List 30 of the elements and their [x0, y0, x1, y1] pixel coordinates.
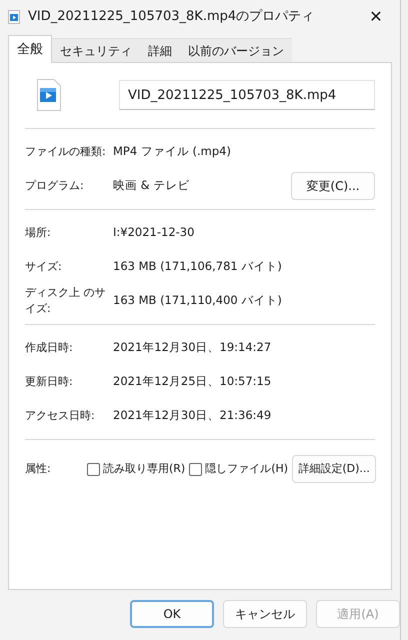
advanced-button[interactable]: 詳細設定(D)... — [292, 455, 376, 483]
field-label: 更新日時: — [25, 374, 74, 390]
field-value: MP4 ファイル (.mp4) — [113, 143, 232, 160]
field-value: 163 MB (171,110,400 バイト) — [113, 292, 283, 310]
tab[interactable]: 以前のバージョン — [180, 38, 292, 62]
field-label: アクセス日時: — [25, 408, 96, 424]
tab[interactable]: セキュリティ — [52, 38, 140, 62]
field-value: 163 MB (171,106,781 バイト) — [113, 258, 283, 276]
checkbox-label: 隠しファイル(H) — [205, 460, 288, 477]
field-value: I:¥2021-12-30 — [113, 224, 196, 242]
field-value: 2021年12月30日、19:14:27 — [113, 339, 272, 356]
field-value: 映画 & テレビ — [113, 177, 190, 194]
field-label: プログラム: — [25, 178, 85, 194]
field-label: ディスク上 のサイズ: — [25, 285, 106, 317]
tab[interactable]: 詳細 — [140, 38, 180, 62]
file-name-field[interactable]: VID_20211225_105703_8K.mp4 — [119, 80, 375, 110]
change-button[interactable]: 変更(C)... — [291, 172, 375, 200]
field-label: 場所: — [25, 225, 52, 241]
field-label: サイズ: — [25, 259, 63, 275]
field-label: 属性: — [25, 460, 52, 477]
field-value: 2021年12月30日、21:36:49 — [113, 407, 272, 424]
close-button[interactable]: ✕ — [364, 5, 388, 29]
checkbox-label: 読み取り専用(R) — [103, 460, 186, 477]
window-title: VID_20211225_105703_8K.mp4のプロパティ — [28, 8, 316, 26]
field-label: ファイルの種類: — [25, 144, 107, 160]
dialog-button[interactable]: キャンセル — [223, 600, 307, 628]
dialog-button[interactable]: OK — [130, 600, 214, 628]
field-value: 2021年12月25日、10:57:15 — [113, 373, 272, 390]
field-label: 作成日時: — [25, 340, 74, 356]
tab[interactable]: 全般 — [8, 35, 52, 63]
